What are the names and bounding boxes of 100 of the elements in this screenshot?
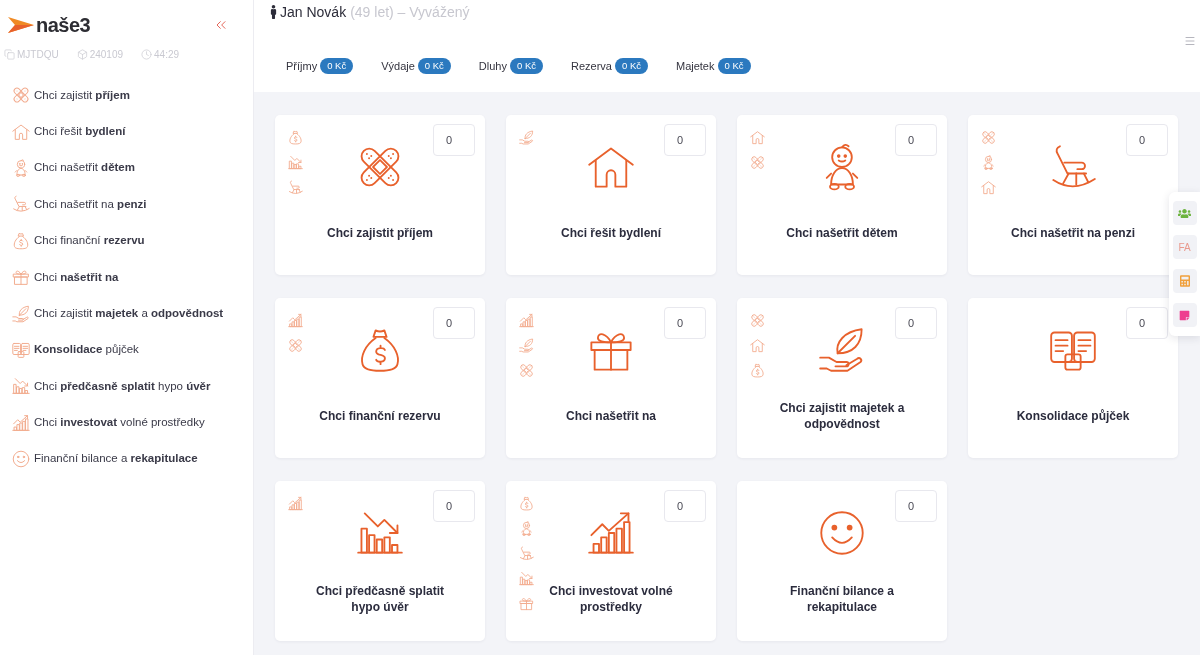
amount-badge: 0 Kč [717, 58, 751, 75]
bandage-icon [12, 86, 30, 105]
falling-chart-icon [12, 377, 30, 396]
total-label: Dluhy [478, 59, 507, 74]
goal-title: Chci řešit bydlení [561, 224, 661, 241]
calculator-button[interactable] [1172, 269, 1197, 293]
sticky-note-icon [1179, 309, 1190, 321]
client-details: (49 let) – Vyvážený [350, 2, 470, 22]
amount-input[interactable]: 0 [895, 124, 937, 156]
total-label: Rezerva [571, 59, 612, 74]
amount-input[interactable]: 0 [664, 124, 706, 156]
smiley-icon [818, 509, 866, 557]
goal-title: Chci finanční rezervu [319, 407, 441, 424]
hand-leaf-icon [519, 130, 534, 145]
client-name: Jan Novák [280, 2, 347, 22]
amount-input[interactable]: 0 [433, 307, 475, 339]
amount-badge: 0 Kč [417, 58, 451, 75]
gift-icon [12, 268, 30, 287]
amount-input[interactable]: 0 [433, 490, 475, 522]
house-icon [12, 122, 30, 141]
goal-card[interactable]: 0 Chci zajistit majetek a odpovědnost [737, 298, 947, 458]
amount-input[interactable]: 0 [664, 307, 706, 339]
amount-input[interactable]: 0 [1126, 307, 1168, 339]
goal-title: Chci našetřit dětem [786, 224, 898, 241]
total-label: Výdaje [381, 59, 415, 74]
hand-leaf-icon [519, 338, 534, 353]
goal-card[interactable]: 0 Chci investovat volné prostředky [506, 481, 716, 641]
total-label: Příjmy [286, 59, 318, 74]
gift-icon [519, 596, 534, 611]
goal-card[interactable]: 0 Chci našetřit na penzi [968, 115, 1178, 275]
sidebar-item[interactable]: Chci zajistit příjem [0, 77, 253, 114]
goal-card[interactable]: 0 Chci finanční rezervu [275, 298, 485, 458]
goal-card[interactable]: 0 Konsolidace půjček [968, 298, 1178, 458]
total-label: Majetek [675, 59, 715, 74]
amount-input[interactable]: 0 [433, 124, 475, 156]
calculator-icon [1179, 275, 1190, 287]
person-icon [268, 5, 279, 19]
logo-text: naše3 [36, 14, 91, 35]
sidebar-item[interactable]: Chci zajistit majetek a odpovědnost [0, 295, 253, 332]
falling-chart-icon [519, 571, 534, 586]
bandage-icon [981, 130, 996, 145]
house-icon [981, 180, 996, 195]
goal-title: Finanční bilance a rekapitulace [789, 582, 895, 615]
sidebar-item[interactable]: Konsolidace půjček [0, 331, 253, 369]
group-icon [1178, 206, 1191, 220]
rising-chart-icon [288, 313, 303, 328]
goal-title: Chci předčasně splatit hypo úvěr [314, 582, 445, 615]
goal-title: Chci investovat volné prostředky [548, 582, 674, 615]
hand-leaf-icon [12, 304, 30, 323]
baby-icon [12, 158, 30, 177]
money-bag-icon [519, 496, 534, 511]
baby-icon [981, 155, 996, 170]
documents-icon [12, 340, 30, 359]
goal-title: Konsolidace půjček [1016, 407, 1130, 424]
amount-input[interactable]: 0 [895, 490, 937, 522]
goal-card[interactable]: 0 Chci zajistit příjem [275, 115, 485, 275]
smiley-icon [12, 450, 30, 469]
bandage-icon [519, 363, 534, 378]
amount-input[interactable]: 0 [1126, 124, 1168, 156]
amount-input[interactable]: 0 [895, 307, 937, 339]
baby-icon [519, 521, 534, 536]
goal-card[interactable]: 0 Chci našetřit dětem [737, 115, 947, 275]
team-button[interactable] [1172, 201, 1197, 225]
goal-card[interactable]: 0 Chci našetřit na [506, 298, 716, 458]
money-bag-icon [750, 363, 765, 378]
sidebar-item[interactable]: Chci finanční rezervu [0, 222, 253, 259]
cube-icon [76, 48, 88, 60]
notes-button[interactable] [1172, 303, 1197, 327]
sidebar-item[interactable]: Chci předčasně splatit hypo úvěr [0, 368, 253, 405]
rocking-chair-icon [288, 180, 303, 195]
rising-chart-icon [587, 509, 635, 557]
clock-icon [141, 48, 153, 60]
bandage-icon [750, 313, 765, 328]
goal-title: Chci našetřit na penzi [1011, 224, 1135, 241]
sidebar-item[interactable]: Chci našetřit na [0, 258, 253, 296]
goal-title: Chci našetřit na [566, 407, 656, 424]
sidebar-item[interactable]: Finanční bilance a rekapitulace [0, 440, 253, 478]
hand-leaf-icon [818, 326, 866, 374]
bandage-icon [750, 155, 765, 170]
sidebar-item[interactable]: Chci investovat volné prostředky [0, 404, 253, 441]
bandage-icon [288, 338, 303, 353]
amount-badge: 0 Kč [614, 58, 648, 75]
house-icon [750, 338, 765, 353]
sidebar-item[interactable]: Chci našetřit dětem [0, 149, 253, 187]
rocking-chair-icon [519, 546, 534, 561]
money-bag-icon [288, 130, 303, 145]
sidebar-item[interactable]: Chci našetřit na penzi [0, 186, 253, 223]
goal-title: Chci zajistit majetek a odpovědnost [778, 399, 906, 432]
sidebar-item[interactable]: Chci řešit bydlení [0, 113, 253, 150]
rising-chart-icon [12, 413, 30, 432]
rising-chart-icon [288, 496, 303, 511]
goal-card[interactable]: 0 Finanční bilance a rekapitulace [737, 481, 947, 641]
goal-title: Chci zajistit příjem [327, 224, 433, 241]
arrow-logo-icon [8, 14, 34, 35]
falling-chart-icon [356, 509, 404, 557]
goal-card[interactable]: 0 Chci předčasně splatit hypo úvěr [275, 481, 485, 641]
goal-card[interactable]: 0 Chci řešit bydlení [506, 115, 716, 275]
amount-badge: 0 Kč [320, 58, 354, 75]
amount-input[interactable]: 0 [664, 490, 706, 522]
menu-icon[interactable] [1184, 35, 1196, 47]
